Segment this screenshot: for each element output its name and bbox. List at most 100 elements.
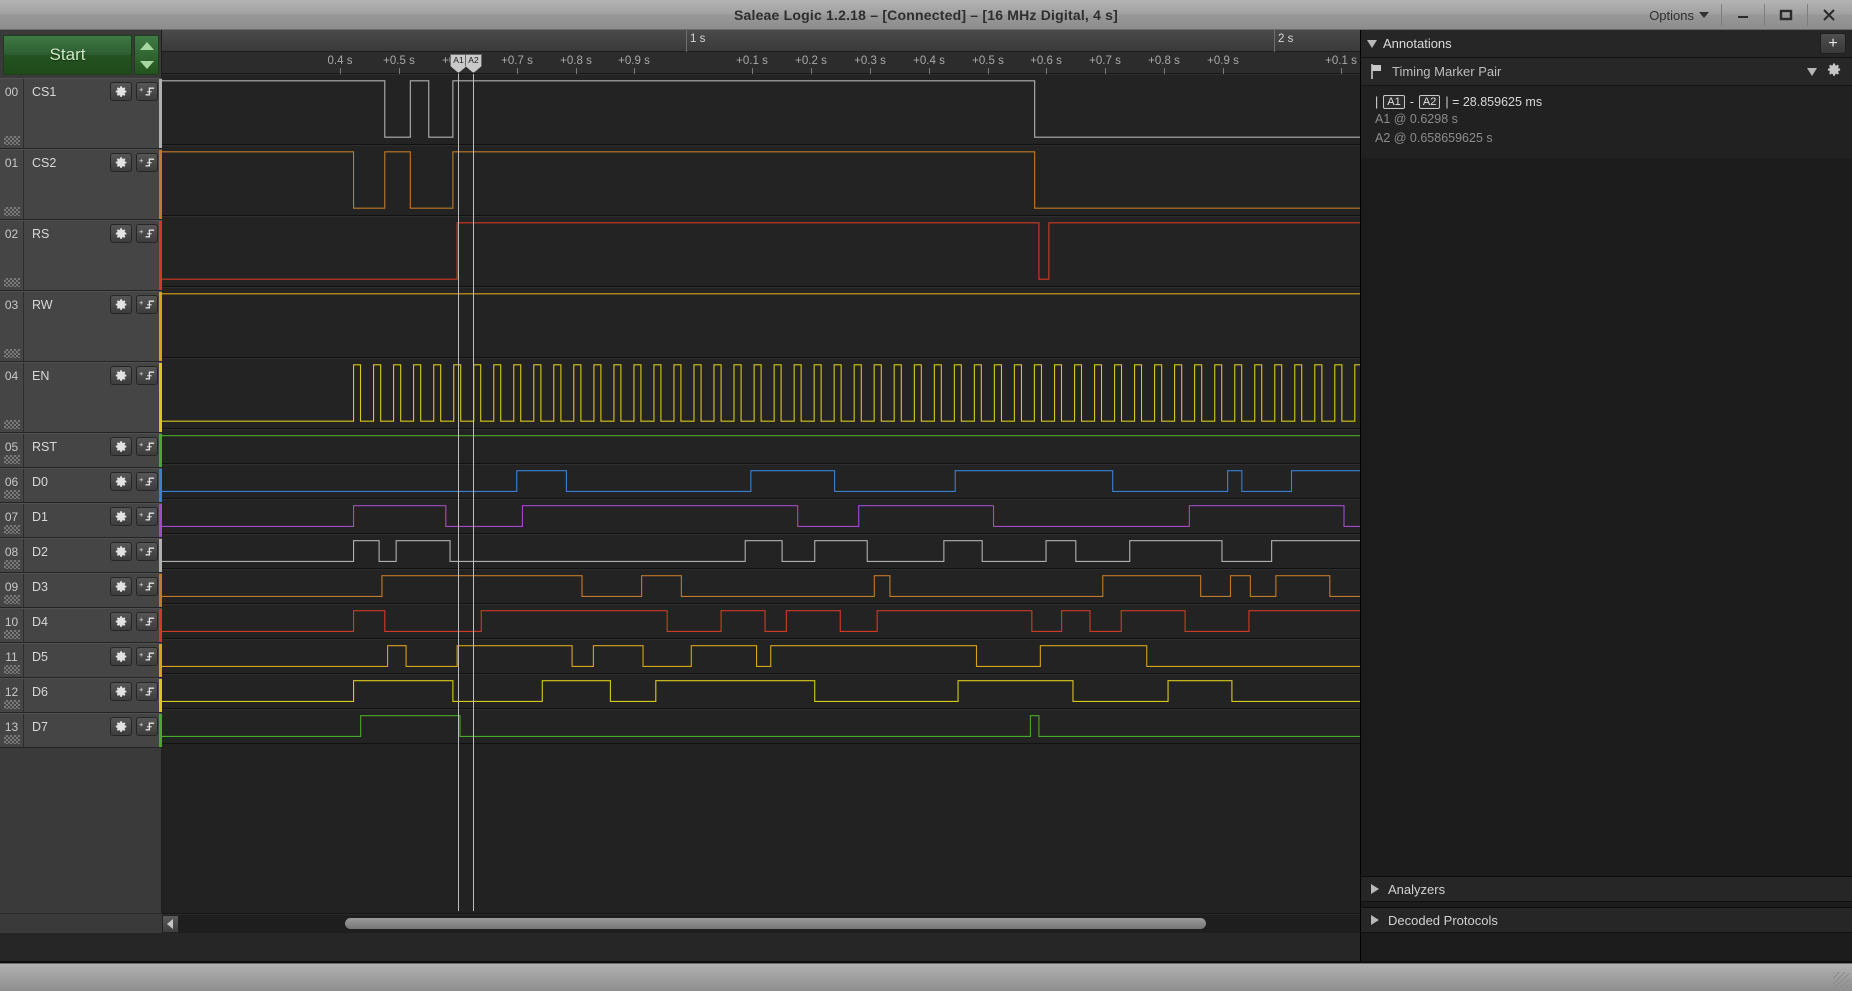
- ruler-minor-label: +0.7 s: [501, 55, 533, 67]
- channel-buttons: +: [110, 717, 158, 736]
- channel-row-d1[interactable]: 07 D1 +: [0, 503, 165, 538]
- channel-settings-button[interactable]: [110, 542, 132, 561]
- timing-marker-line-a2[interactable]: [473, 74, 474, 911]
- channel-row-d3[interactable]: 09 D3 +: [0, 573, 165, 608]
- channel-trigger-button[interactable]: +: [136, 612, 158, 631]
- channel-row-d2[interactable]: 08 D2 +: [0, 538, 165, 573]
- gear-icon: [115, 228, 126, 239]
- channel-row-d7[interactable]: 13 D7 +: [0, 713, 165, 748]
- channel-buttons: +: [110, 647, 158, 666]
- channel-trigger-button[interactable]: +: [136, 224, 158, 243]
- channel-row-d6[interactable]: 12 D6 +: [0, 678, 165, 713]
- channel-trigger-button[interactable]: +: [136, 507, 158, 526]
- channel-body: D4 +: [24, 609, 165, 642]
- channel-settings-button[interactable]: [110, 612, 132, 631]
- channel-resize-grip[interactable]: [4, 665, 20, 674]
- channel-buttons: +: [110, 82, 158, 101]
- start-control-row: Start: [3, 35, 159, 75]
- channel-trigger-button[interactable]: +: [136, 472, 158, 491]
- channel-trigger-button[interactable]: +: [136, 366, 158, 385]
- annotation-settings-button[interactable]: [1827, 62, 1842, 82]
- channel-row-d0[interactable]: 06 D0 +: [0, 468, 165, 503]
- channel-trigger-button[interactable]: +: [136, 717, 158, 736]
- channel-index: 06: [0, 469, 24, 502]
- channel-settings-button[interactable]: [110, 295, 132, 314]
- channel-resize-grip[interactable]: [4, 560, 20, 569]
- channel-trigger-button[interactable]: +: [136, 295, 158, 314]
- window-title: Saleae Logic 1.2.18 – [Connected] – [16 …: [733, 6, 1119, 23]
- channel-resize-grip[interactable]: [4, 420, 20, 429]
- chevron-down-icon[interactable]: [1367, 39, 1377, 48]
- channel-trigger-button[interactable]: +: [136, 437, 158, 456]
- start-button[interactable]: Start: [3, 35, 132, 75]
- timing-marker-line-a1[interactable]: [458, 74, 459, 911]
- scroll-thumb[interactable]: [344, 917, 1206, 929]
- channel-settings-button[interactable]: [110, 577, 132, 596]
- options-menu-button[interactable]: Options: [1639, 3, 1719, 27]
- resize-grip-icon[interactable]: [1833, 972, 1849, 988]
- channel-trigger-button[interactable]: +: [136, 577, 158, 596]
- minimize-icon: [1738, 16, 1748, 18]
- triangle-down-icon: [139, 60, 154, 69]
- channel-resize-grip[interactable]: [4, 525, 20, 534]
- channel-settings-button[interactable]: [110, 717, 132, 736]
- channel-resize-grip[interactable]: [4, 136, 20, 145]
- maximize-button[interactable]: [1767, 0, 1805, 30]
- channel-settings-button[interactable]: [110, 366, 132, 385]
- channel-body: CS1 +: [24, 79, 165, 148]
- channel-resize-grip[interactable]: [4, 490, 20, 499]
- channel-row-rs[interactable]: 02 RS +: [0, 220, 165, 291]
- decoded-protocols-section[interactable]: Decoded Protocols: [1361, 907, 1852, 933]
- channel-name-label: D0: [32, 475, 48, 489]
- channel-settings-button[interactable]: [110, 682, 132, 701]
- channel-row-rst[interactable]: 05 RST +: [0, 433, 165, 468]
- channel-name-label: RST: [32, 440, 57, 454]
- channel-resize-grip[interactable]: [4, 455, 20, 464]
- channel-trigger-button[interactable]: +: [136, 682, 158, 701]
- channel-row-d4[interactable]: 10 D4 +: [0, 608, 165, 643]
- gear-icon: [115, 299, 126, 310]
- chevron-down-icon[interactable]: [1807, 67, 1817, 76]
- channel-trigger-button[interactable]: +: [136, 82, 158, 101]
- timing-marker-flag-a2[interactable]: A2: [465, 54, 482, 73]
- chevron-right-icon: [1371, 915, 1379, 925]
- minimize-button[interactable]: [1724, 0, 1762, 30]
- svg-text:+: +: [139, 440, 144, 449]
- channel-settings-button[interactable]: [110, 153, 132, 172]
- add-annotation-button[interactable]: +: [1820, 33, 1846, 54]
- channel-resize-grip[interactable]: [4, 349, 20, 358]
- start-options-spinner[interactable]: [134, 35, 159, 75]
- channel-row-d5[interactable]: 11 D5 +: [0, 643, 165, 678]
- channel-index: 03: [0, 292, 24, 361]
- annotation-type-row[interactable]: Timing Marker Pair: [1361, 58, 1852, 86]
- annotations-header[interactable]: Annotations +: [1361, 30, 1852, 58]
- channel-settings-button[interactable]: [110, 507, 132, 526]
- channel-row-cs2[interactable]: 01 CS2 +: [0, 149, 165, 220]
- channel-resize-grip[interactable]: [4, 630, 20, 639]
- channel-resize-grip[interactable]: [4, 207, 20, 216]
- analyzers-section[interactable]: Analyzers: [1361, 876, 1852, 902]
- channel-row-rw[interactable]: 03 RW +: [0, 291, 165, 362]
- channel-trigger-button[interactable]: +: [136, 542, 158, 561]
- channel-resize-grip[interactable]: [4, 700, 20, 709]
- channel-row-en[interactable]: 04 EN +: [0, 362, 165, 433]
- window-resize-frame: [0, 963, 1852, 991]
- channel-trigger-button[interactable]: +: [136, 153, 158, 172]
- channel-settings-button[interactable]: [110, 647, 132, 666]
- channel-resize-grip[interactable]: [4, 735, 20, 744]
- channel-settings-button[interactable]: [110, 82, 132, 101]
- channel-resize-grip[interactable]: [4, 278, 20, 287]
- channel-buttons: +: [110, 507, 158, 526]
- channel-resize-grip[interactable]: [4, 595, 20, 604]
- channel-settings-button[interactable]: [110, 472, 132, 491]
- annotation-delta-row: | A1 - A2 | = 28.859625 ms: [1375, 92, 1852, 112]
- channel-body: D2 +: [24, 539, 165, 572]
- channel-trigger-button[interactable]: +: [136, 647, 158, 666]
- close-button[interactable]: [1810, 0, 1848, 30]
- channel-settings-button[interactable]: [110, 437, 132, 456]
- gear-icon: [115, 370, 126, 381]
- channel-settings-button[interactable]: [110, 224, 132, 243]
- scroll-left-button[interactable]: [162, 914, 179, 933]
- channel-name-label: D4: [32, 615, 48, 629]
- channel-row-cs1[interactable]: 00 CS1 +: [0, 78, 165, 149]
